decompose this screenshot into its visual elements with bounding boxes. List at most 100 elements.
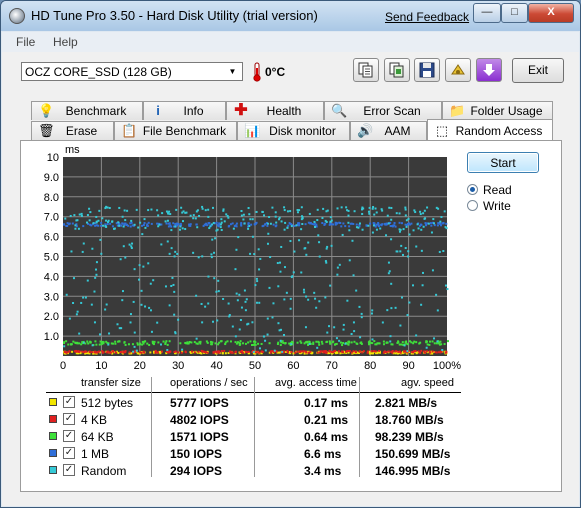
data-point-random: [207, 302, 210, 305]
data-point-4-kb: [106, 351, 109, 354]
data-point-64-kb: [252, 340, 255, 343]
data-point-64-kb: [195, 342, 198, 345]
data-point-64-kb: [317, 341, 320, 344]
y-tick-label: 3.0: [44, 291, 59, 303]
data-point-random: [314, 225, 317, 228]
data-point-1-mb: [169, 224, 172, 227]
tab-random-access[interactable]: ⬚ Random Access: [427, 119, 553, 140]
data-point-4-kb: [184, 351, 187, 354]
copy-screenshot-button[interactable]: [384, 58, 410, 82]
series-checkbox[interactable]: ✓: [63, 396, 75, 408]
data-point-512-bytes: [371, 352, 374, 355]
data-point-64-kb: [326, 340, 329, 343]
minimize-button[interactable]: —: [473, 3, 501, 23]
tab-error-scan[interactable]: 🔍 Error Scan: [324, 101, 442, 120]
data-point-64-kb: [114, 342, 117, 345]
data-point-4-kb: [169, 350, 172, 353]
title-bar[interactable]: HD Tune Pro 3.50 - Hard Disk Utility (tr…: [1, 1, 580, 31]
data-point-4-kb: [120, 351, 123, 354]
data-point-random: [280, 220, 283, 223]
data-point-4-kb: [177, 351, 180, 354]
data-point-random: [390, 218, 393, 221]
cell-transfer-size: Random: [81, 464, 127, 478]
data-point-64-kb: [284, 342, 287, 345]
data-point-random: [212, 221, 215, 224]
write-radio[interactable]: [467, 200, 478, 211]
tab-benchmark[interactable]: 💡 Benchmark: [31, 101, 143, 120]
download-button[interactable]: [476, 58, 502, 82]
data-point-64-kb: [94, 340, 97, 343]
data-point-random: [170, 247, 173, 250]
data-point-random: [104, 207, 107, 210]
data-point-random: [133, 268, 136, 271]
data-point-64-kb: [433, 342, 436, 345]
series-checkbox[interactable]: ✓: [63, 464, 75, 476]
data-point-random: [144, 305, 147, 308]
data-point-4-kb: [275, 350, 278, 353]
data-point-64-kb: [378, 342, 381, 345]
tab-health[interactable]: ✚ Health: [226, 101, 324, 120]
x-tick-label: 70: [326, 360, 338, 372]
tab-disk-monitor[interactable]: 📊 Disk monitor: [237, 121, 350, 140]
save-button[interactable]: [414, 58, 440, 82]
menu-help[interactable]: Help: [53, 35, 78, 49]
series-color-swatch: [49, 432, 57, 440]
data-point-random: [210, 256, 213, 259]
data-point-random: [195, 337, 198, 340]
data-point-1-mb: [66, 224, 69, 227]
menu-file[interactable]: File: [16, 35, 35, 49]
send-feedback-link[interactable]: Send Feedback: [385, 10, 469, 24]
cell-access-time: 0.64 ms: [304, 430, 349, 444]
options-button[interactable]: [445, 58, 471, 82]
tab-erase[interactable]: 🗑 Erase: [31, 121, 114, 140]
data-point-4-kb: [180, 351, 183, 354]
data-point-random: [174, 331, 177, 334]
data-point-4-kb: [191, 350, 194, 353]
x-tick-label: 60: [287, 360, 299, 372]
cell-ops: 294 IOPS: [170, 464, 223, 478]
data-point-64-kb: [282, 341, 285, 344]
data-point-random: [194, 217, 197, 220]
data-point-random: [419, 213, 422, 216]
data-point-64-kb: [376, 342, 379, 345]
data-point-random: [80, 214, 83, 217]
tab-folder-usage[interactable]: 📁 Folder Usage: [442, 101, 553, 120]
data-point-random: [388, 270, 391, 273]
data-point-random: [167, 211, 170, 214]
series-checkbox[interactable]: ✓: [63, 430, 75, 442]
data-point-64-kb: [111, 342, 114, 345]
data-point-random: [361, 212, 364, 215]
copy-info-button[interactable]: [353, 58, 379, 82]
data-point-random: [355, 289, 358, 292]
tab-error-scan-label: Error Scan: [363, 104, 421, 118]
data-point-64-kb: [164, 342, 167, 345]
data-point-random: [283, 266, 286, 269]
data-point-64-kb: [211, 341, 214, 344]
data-point-random: [302, 288, 305, 291]
exit-button[interactable]: Exit: [512, 58, 564, 83]
series-checkbox[interactable]: ✓: [63, 447, 75, 459]
data-point-random: [215, 290, 218, 293]
drive-select[interactable]: OCZ CORE_SSD (128 GB) ▼: [21, 62, 243, 81]
data-point-64-kb: [415, 341, 418, 344]
chevron-down-icon[interactable]: ▼: [225, 64, 240, 79]
data-point-random: [113, 227, 116, 230]
data-point-random: [216, 319, 219, 322]
series-checkbox[interactable]: ✓: [63, 413, 75, 425]
data-point-random: [395, 212, 398, 215]
data-point-random: [420, 303, 423, 306]
data-point-random: [443, 210, 446, 213]
data-point-64-kb: [89, 341, 92, 344]
tab-aam[interactable]: 🔊 AAM: [350, 121, 427, 140]
close-button[interactable]: X: [528, 3, 574, 23]
tab-info[interactable]: i Info: [143, 101, 226, 120]
data-point-64-kb: [431, 340, 434, 343]
maximize-button[interactable]: □: [501, 3, 528, 23]
start-button[interactable]: Start: [467, 152, 539, 173]
data-point-random: [355, 226, 358, 229]
read-radio[interactable]: [467, 184, 478, 195]
data-point-random: [80, 301, 83, 304]
data-point-4-kb: [241, 351, 244, 354]
copy-screenshot-icon: [389, 62, 404, 78]
tab-file-benchmark[interactable]: 📋 File Benchmark: [114, 121, 237, 140]
